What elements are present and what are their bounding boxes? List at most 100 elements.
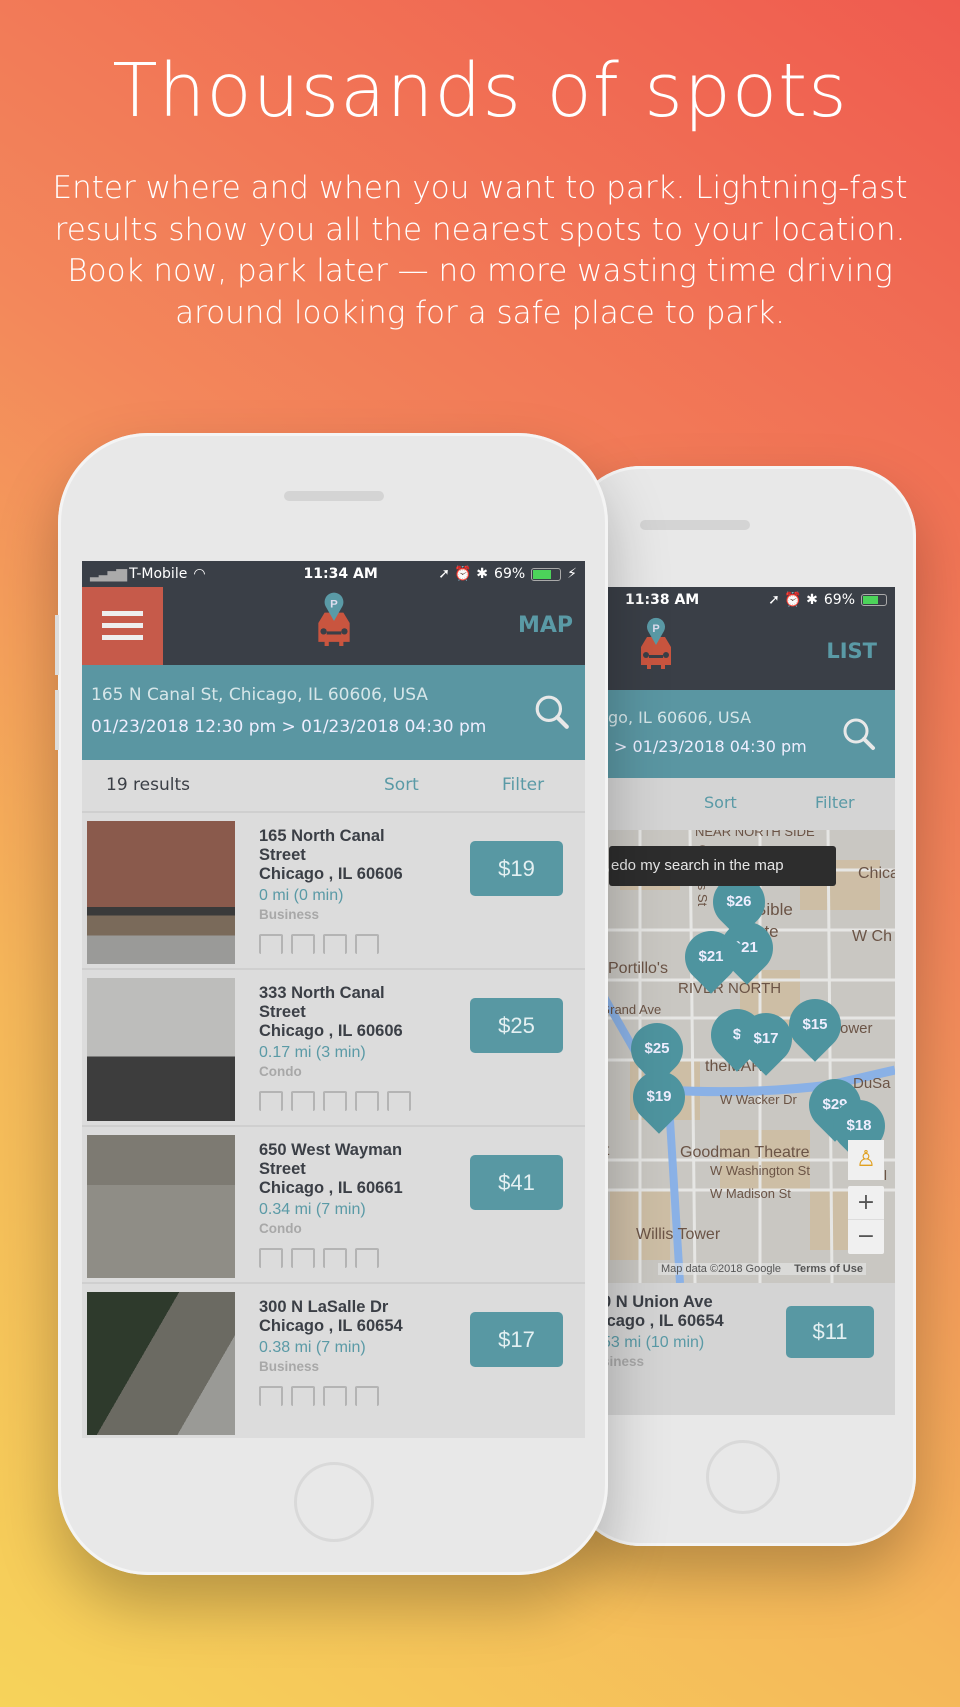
search-icon[interactable]: [533, 693, 571, 731]
price-marker-label: $17: [753, 1030, 779, 1047]
listing-distance: 0.17 mi (3 min): [259, 1044, 366, 1061]
search-dates[interactable]: 01/23/2018 12:30 pm > 01/23/2018 04:30 p…: [91, 717, 486, 737]
thermometer-icon: thermometer: [291, 934, 315, 954]
front-home-button: [294, 1462, 374, 1542]
covered-icon: covered: [323, 934, 347, 954]
thermometer-icon: thermometer: [291, 1248, 315, 1268]
wifi-icon: ◠: [193, 566, 206, 582]
back-screen: 11:38 AM ➚ ⏰ ✱ 69% P LIST go, IL 60606, U…: [600, 587, 895, 1415]
filter-button[interactable]: Filter: [502, 775, 544, 795]
price-marker-label: $19: [646, 1088, 672, 1105]
search-icon[interactable]: [841, 716, 877, 752]
map-label: W Wacker Dr: [720, 1092, 797, 1107]
listing-address-line1: 165 North Canal: [259, 827, 385, 845]
map-label: Portillo's: [608, 960, 668, 977]
map-label: Grand Ave: [600, 1002, 662, 1017]
front-speaker: [284, 491, 384, 501]
map-terms-link[interactable]: Terms of Use: [794, 1263, 863, 1275]
menu-button[interactable]: [82, 587, 163, 665]
listing-distance: 0.38 mi (7 min): [259, 1339, 366, 1356]
map-label: Goodman Theatre: [680, 1144, 810, 1161]
filter-button[interactable]: Filter: [815, 793, 855, 812]
svg-text:P: P: [652, 623, 659, 635]
listing-address-line2: icago , IL 60654: [602, 1312, 724, 1330]
listing-address-line1: 650 West Wayman: [259, 1141, 403, 1159]
zoom-out-button[interactable]: −: [848, 1220, 884, 1254]
garage-icon: garage: [259, 934, 283, 954]
back-home-button: [706, 1440, 780, 1514]
listing-type: Condo: [259, 1221, 302, 1236]
ev-charging-icon: ev-charging: [355, 934, 379, 954]
listing-distance: 0 mi (0 min): [259, 887, 344, 904]
list-view-button[interactable]: LIST: [826, 639, 877, 663]
garage-icon: garage: [259, 1248, 283, 1268]
battery-percent: 69%: [494, 566, 526, 582]
map-label: NEAR NORTH SIDE: [695, 830, 815, 839]
price-marker-label: $15: [802, 1016, 828, 1033]
listing-row[interactable]: 333 North Canal Street Chicago , IL 6060…: [82, 970, 585, 1127]
carrier: T-Mobile: [129, 566, 188, 582]
listing-address-line3: Chicago , IL 60606: [259, 1022, 403, 1040]
map-label: ower: [840, 1020, 873, 1037]
status-time: 11:38 AM: [625, 592, 700, 608]
listing-row[interactable]: 300 N LaSalle Dr Chicago , IL 60654 0.38…: [82, 1284, 585, 1438]
accessible-icon: accessible: [355, 1091, 379, 1111]
redo-search-in-map-button[interactable]: edo my search in the map: [609, 846, 836, 886]
battery-icon: [861, 594, 887, 606]
search-location[interactable]: 165 N Canal St, Chicago, IL 60606, USA: [91, 685, 428, 705]
garage-icon: garage: [291, 1386, 315, 1406]
svg-text:P: P: [330, 598, 338, 610]
price-marker[interactable]: $19: [622, 1060, 696, 1134]
listing-address-line3: Chicago , IL 60606: [259, 865, 403, 883]
map-label: W Washington St: [710, 1163, 810, 1178]
book-price-button[interactable]: $19: [470, 841, 563, 896]
listing-address-line1: 0 N Union Ave: [602, 1293, 713, 1311]
book-price-button[interactable]: $25: [470, 998, 563, 1053]
results-count: 19 results: [106, 775, 190, 795]
sort-button[interactable]: Sort: [384, 775, 419, 795]
listing-photo[interactable]: [87, 1135, 235, 1278]
covered-icon: covered: [387, 1091, 411, 1111]
listing-address-line2: Street: [259, 1160, 306, 1178]
map-label: Willis Tower: [636, 1226, 721, 1243]
price-marker-label: `21: [736, 939, 758, 956]
listing-row[interactable]: 650 West Wayman Street Chicago , IL 6066…: [82, 1127, 585, 1284]
listing-address-line2: Street: [259, 1003, 306, 1021]
map-view-button[interactable]: MAP: [518, 613, 573, 638]
street-view-pegman-icon[interactable]: ♙: [848, 1140, 884, 1180]
map-label: Chicago: [858, 865, 895, 882]
price-marker-label: $25: [644, 1040, 670, 1057]
front-screen: ▂▃▅▆ T-Mobile ◠ 11:34 AM ➚ ⏰ ✱ 69% ⚡ P MAP…: [82, 561, 585, 1438]
listing-row[interactable]: 165 North Canal Street Chicago , IL 6060…: [82, 813, 585, 970]
listing-photo[interactable]: [87, 1292, 235, 1435]
security-camera-icon: security-camera: [259, 1091, 283, 1111]
back-listing[interactable]: 0 N Union Ave icago , IL 60654 53 mi (10…: [600, 1283, 895, 1415]
search-location[interactable]: go, IL 60606, USA: [608, 708, 751, 727]
headline-subtitle: Enter where and when you want to park. L…: [52, 170, 908, 331]
price-marker[interactable]: `21: [710, 911, 784, 985]
book-price-button[interactable]: $17: [470, 1312, 563, 1367]
listing-photo[interactable]: [87, 821, 235, 964]
covered-icon: covered: [323, 1386, 347, 1406]
listing-distance: 53 mi (10 min): [602, 1334, 705, 1351]
book-price-button[interactable]: $41: [470, 1155, 563, 1210]
thermometer-icon: thermometer: [323, 1091, 347, 1111]
zoom-in-button[interactable]: +: [848, 1186, 884, 1220]
sort-button[interactable]: Sort: [704, 793, 737, 812]
map-zoom-controls: + −: [848, 1186, 884, 1254]
status-time: 11:34 AM: [303, 566, 378, 582]
price-marker[interactable]: $15: [778, 988, 852, 1062]
map[interactable]: NEAR NORTH SIDEChicagoBibleuteW ChOrlean…: [600, 830, 895, 1283]
listing-address-line2: Chicago , IL 60654: [259, 1317, 403, 1335]
ev-charging-icon: ev-charging: [355, 1386, 379, 1406]
amenity-icons: security-camera garage covered ev-charging: [259, 1386, 403, 1406]
search-dates[interactable]: > 01/23/2018 04:30 pm: [614, 737, 807, 756]
search-panel[interactable]: 165 N Canal St, Chicago, IL 60606, USA 0…: [82, 665, 585, 760]
hamburger-icon: [102, 611, 143, 640]
listing-type: Condo: [259, 1064, 302, 1079]
amenity-icons: security-camera garage thermometer accessib…: [259, 1091, 411, 1111]
listing-photo[interactable]: [87, 978, 235, 1121]
car-parking-pin-logo: P: [641, 617, 671, 669]
listing-address-line1: 300 N LaSalle Dr: [259, 1298, 389, 1316]
book-price-button[interactable]: $11: [786, 1306, 874, 1358]
